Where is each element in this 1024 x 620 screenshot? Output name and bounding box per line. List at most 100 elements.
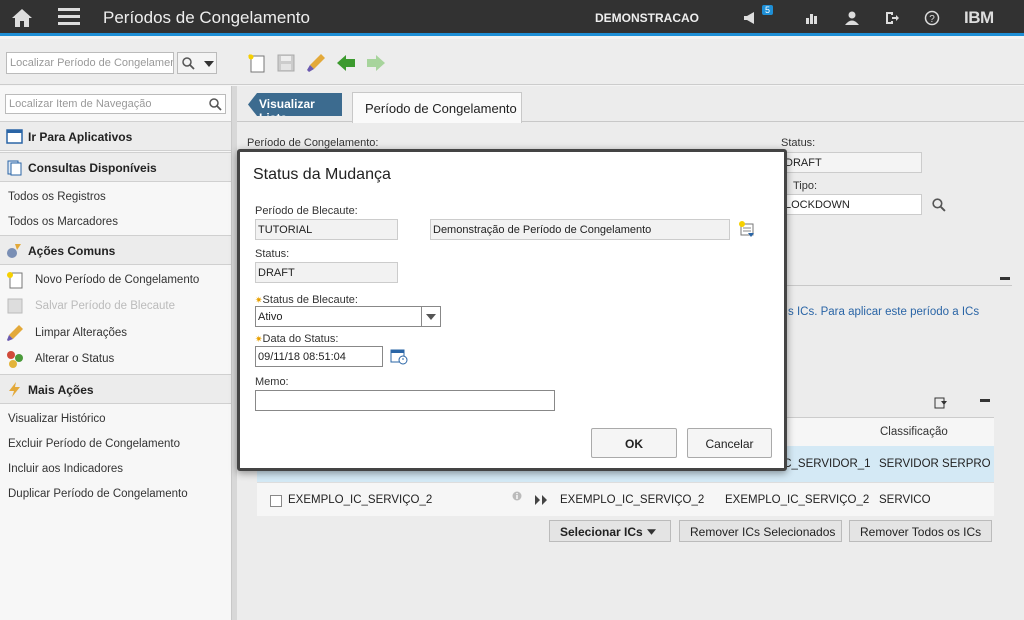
cell-classification: SERVIDOR SERPRO (879, 458, 991, 470)
dialog-title: Status da Mudança (253, 166, 391, 183)
ok-button[interactable]: OK (591, 428, 677, 458)
tab-bar: Visualizar Lista Período de Congelamento (237, 86, 1024, 123)
detail-arrow-icon[interactable] (535, 495, 549, 505)
status-label: Status: (255, 248, 290, 260)
status-field: DRAFT (781, 152, 922, 173)
go-to-apps-label: Ir Para Aplicativos (28, 130, 133, 144)
cell-col3: EXEMPLO_IC_SERVIÇO_2 (560, 494, 705, 506)
navigation-sidebar: Localizar Item de Navegação Ir Para Apli… (0, 86, 232, 620)
org-name: DEMONSTRACAO (595, 11, 699, 25)
more-actions-label: Mais Ações (28, 383, 94, 397)
cell-col4: EXEMPLO_IC_SERVIÇO_2 (725, 494, 870, 506)
clear-changes-icon (7, 325, 23, 341)
status-label: Status: (781, 137, 816, 149)
ibm-logo: IBM (964, 8, 994, 27)
action-view-history[interactable]: Visualizar Histórico (8, 413, 106, 425)
search-icon (182, 57, 195, 70)
app-toolbar: Localizar Período de Congelamen (0, 39, 1024, 85)
nav-search-input[interactable]: Localizar Item de Navegação (5, 94, 226, 114)
chevron-down-icon (426, 314, 436, 320)
period-label: Período de Congelamento: (247, 137, 379, 149)
long-description-icon[interactable] (738, 220, 756, 238)
section-divider (787, 285, 1012, 286)
new-record-icon[interactable] (246, 52, 268, 74)
blackout-status-label: ✷Status de Blecaute: (255, 294, 358, 306)
collapse-icon[interactable] (1000, 277, 1010, 280)
search-icon[interactable] (931, 197, 946, 212)
action-save-blackout: Salvar Período de Blecaute (35, 300, 176, 312)
cell-ci: EXEMPLO_IC_SERVIÇO_2 (288, 494, 433, 506)
menu-icon[interactable] (58, 8, 80, 26)
status-date-input[interactable]: 09/11/18 08:51:04 (255, 346, 383, 367)
download-icon[interactable] (934, 396, 948, 410)
remove-all-cis-button[interactable]: Remover Todos os ICs (849, 520, 992, 542)
select-cis-button[interactable]: Selecionar ICs (549, 520, 671, 542)
row-checkbox[interactable] (270, 495, 282, 507)
action-add-to-indicators[interactable]: Incluir aos Indicadores (8, 463, 123, 475)
help-icon[interactable]: ? (924, 10, 940, 26)
app-title: Períodos de Congelamento (103, 8, 310, 27)
action-clear-changes[interactable]: Limpar Alterações (35, 327, 127, 339)
change-status-icon (7, 351, 23, 368)
memo-input[interactable] (255, 390, 555, 411)
blackout-period-label: Período de Blecaute: (255, 205, 358, 217)
search-icon[interactable] (208, 97, 222, 111)
blackout-status-select[interactable]: Ativo (255, 306, 421, 327)
required-icon: ✷ (255, 295, 263, 305)
view-list-button[interactable]: Visualizar Lista (248, 93, 342, 116)
search-options-button[interactable] (177, 52, 217, 74)
cell-classification: SERVICO (879, 494, 931, 506)
next-arrow-icon (367, 55, 385, 71)
query-all-bookmarks[interactable]: Todos os Marcadores (8, 216, 118, 228)
logout-icon[interactable] (884, 10, 900, 26)
calendar-icon[interactable] (390, 347, 408, 365)
cancel-button[interactable]: Cancelar (687, 428, 772, 458)
action-duplicate-freeze-period[interactable]: Duplicar Período de Congelamento (8, 488, 188, 500)
queries-icon (7, 160, 22, 176)
required-icon: ✷ (255, 334, 263, 344)
home-icon[interactable] (11, 8, 33, 28)
application-icon (6, 129, 23, 144)
megaphone-icon[interactable] (742, 10, 758, 26)
status-date-label: ✷Data do Status: (255, 333, 339, 345)
svg-text:?: ? (929, 14, 935, 25)
table-row[interactable]: EXEMPLO_IC_SERVIÇO_2 EXEMPLO_IC_SERVIÇO_… (257, 482, 994, 516)
common-actions-header[interactable]: Ações Comuns (0, 235, 231, 265)
change-status-dialog: Status da Mudança Período de Blecaute: T… (237, 149, 787, 471)
clear-changes-icon[interactable] (305, 52, 327, 74)
record-search-input[interactable]: Localizar Período de Congelamen (6, 52, 174, 74)
action-change-status[interactable]: Alterar o Status (35, 353, 114, 365)
lightning-icon (9, 382, 20, 397)
more-actions-header[interactable]: Mais Ações (0, 374, 231, 404)
description-field: Demonstração de Período de Congelamento (430, 219, 730, 240)
previous-arrow-icon[interactable] (335, 52, 357, 74)
info-icon[interactable] (512, 491, 522, 501)
save-icon (7, 298, 23, 314)
info-text: s ICs. Para aplicar este período a ICs (788, 306, 980, 318)
blackout-period-field: TUTORIAL (255, 219, 398, 240)
action-new-freeze-period[interactable]: Novo Período de Congelamento (35, 274, 199, 286)
remove-selected-cis-button[interactable]: Remover ICs Selecionados (679, 520, 842, 542)
blackout-status-dropdown-button[interactable] (421, 306, 441, 327)
queries-header[interactable]: Consultas Disponíveis (0, 152, 231, 182)
cell-ci-partial: IC_SERVIDOR_1 (780, 458, 871, 470)
select-cis-label: Selecionar ICs (560, 525, 643, 539)
notification-badge[interactable]: 5 (762, 5, 774, 15)
type-label: Tipo: (793, 180, 818, 192)
user-icon[interactable] (844, 10, 860, 26)
status-field: DRAFT (255, 262, 398, 283)
memo-label: Memo: (255, 376, 289, 388)
save-icon (277, 54, 295, 72)
common-actions-label: Ações Comuns (28, 244, 116, 258)
type-field[interactable]: LOCKDOWN (781, 194, 922, 215)
tab-freeze-period[interactable]: Período de Congelamento (352, 92, 522, 123)
go-to-apps-header[interactable]: Ir Para Aplicativos (0, 121, 231, 151)
report-icon[interactable] (804, 10, 820, 26)
col-classification-header[interactable]: Classificação (880, 426, 948, 438)
top-bar: Períodos de Congelamento DEMONSTRACAO 5 … (0, 0, 1024, 36)
collapse-icon[interactable] (980, 399, 990, 402)
action-delete-freeze-period[interactable]: Excluir Período de Congelamento (8, 438, 180, 450)
new-record-icon (7, 272, 23, 289)
query-all-records[interactable]: Todos os Registros (8, 191, 106, 203)
chevron-down-icon (647, 529, 656, 535)
